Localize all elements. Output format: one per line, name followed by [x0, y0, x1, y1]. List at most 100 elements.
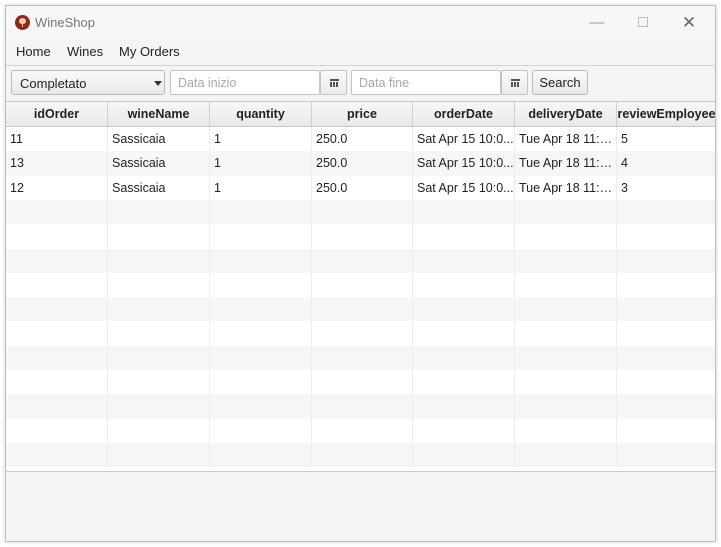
table-cell: [6, 370, 108, 395]
table-cell: [617, 346, 715, 370]
menu-home[interactable]: Home: [16, 44, 51, 59]
table-cell: [515, 297, 617, 322]
empty-table-row[interactable]: [6, 248, 715, 273]
table-cell: [515, 321, 617, 346]
empty-table-row[interactable]: [6, 394, 715, 419]
table-cell: [210, 370, 312, 395]
minimize-button[interactable]: —: [574, 6, 620, 39]
table-cell: Sat Apr 15 10:0...: [413, 127, 515, 152]
wineshop-window: WineShop — ✕ Home Wines My Orders Comple…: [5, 5, 716, 542]
empty-table-row[interactable]: [6, 297, 715, 322]
table-cell: [617, 200, 715, 224]
table-cell: 250.0: [312, 151, 413, 176]
table-cell: [108, 394, 210, 419]
column-header-idorder[interactable]: idOrder: [6, 102, 108, 127]
table-cell: Sat Apr 15 10:0...: [413, 151, 515, 176]
title-bar[interactable]: WineShop — ✕: [6, 6, 715, 39]
table-cell: [515, 370, 617, 395]
table-cell: 12: [6, 175, 108, 200]
table-cell: [413, 272, 515, 298]
table-cell: [617, 297, 715, 321]
table-cell: [617, 249, 715, 273]
table-cell: [617, 443, 715, 467]
table-cell: [210, 394, 312, 419]
table-cell: [210, 224, 312, 249]
column-header-reviewemployee[interactable]: reviewEmployee: [617, 102, 715, 127]
maximize-icon: [638, 16, 648, 27]
table-cell: [413, 224, 515, 249]
table-cell: [108, 370, 210, 395]
table-cell: [108, 272, 210, 298]
table-cell: [413, 370, 515, 395]
table-cell: [312, 272, 413, 298]
table-cell: [617, 273, 715, 297]
table-cell: [515, 272, 617, 298]
end-date-picker-button[interactable]: [501, 70, 528, 95]
table-cell: [210, 248, 312, 273]
empty-table-row[interactable]: [6, 370, 715, 395]
table-cell: 250.0: [312, 127, 413, 152]
table-cell: Tue Apr 18 11:3...: [515, 127, 617, 152]
end-date-input[interactable]: [351, 70, 501, 95]
table-cell: [515, 224, 617, 249]
table-cell: [6, 224, 108, 249]
empty-table-row[interactable]: [6, 272, 715, 298]
table-row[interactable]: 12 Sassicaia 1 250.0 Sat Apr 15 10:0... Tue A…: [6, 175, 715, 200]
table-cell: [413, 345, 515, 370]
search-button[interactable]: Search: [532, 70, 588, 95]
table-row[interactable]: 13 Sassicaia 1 250.0 Sat Apr 15 10:0... Tue A…: [6, 151, 715, 176]
table-cell: [617, 394, 715, 418]
table-cell: [6, 394, 108, 419]
table-cell: [210, 418, 312, 443]
empty-table-row[interactable]: [6, 199, 715, 225]
column-header-price[interactable]: price: [312, 102, 413, 127]
table-cell: 5: [617, 127, 715, 151]
table-cell: Sassicaia: [108, 127, 210, 152]
table-cell: [413, 394, 515, 419]
table-cell: [108, 199, 210, 225]
table-cell: [617, 370, 715, 394]
table-cell: [108, 418, 210, 443]
empty-table-row[interactable]: [6, 321, 715, 346]
empty-table-row[interactable]: [6, 418, 715, 443]
start-date-picker-button[interactable]: [320, 70, 347, 95]
empty-table-row[interactable]: [6, 345, 715, 370]
chevron-down-icon: [154, 81, 162, 86]
close-button[interactable]: ✕: [666, 6, 712, 39]
table-cell: [617, 321, 715, 345]
table-cell: [413, 297, 515, 322]
menu-wines[interactable]: Wines: [67, 44, 103, 59]
table-cell: [312, 321, 413, 346]
table-cell: [210, 345, 312, 370]
column-header-quantity[interactable]: quantity: [210, 102, 312, 127]
table-cell: [6, 297, 108, 322]
table-cell: [312, 345, 413, 370]
table-cell: [210, 321, 312, 346]
menu-my-orders[interactable]: My Orders: [119, 44, 180, 59]
table-cell: [6, 418, 108, 443]
table-cell: [108, 248, 210, 273]
start-date-input[interactable]: [170, 70, 320, 95]
table-cell: [210, 297, 312, 322]
table-cell: [515, 345, 617, 370]
empty-table-row[interactable]: [6, 442, 715, 468]
column-header-deliverydate[interactable]: deliveryDate: [515, 102, 617, 127]
table-cell: [108, 345, 210, 370]
calendar-icon: [511, 79, 520, 87]
orders-table[interactable]: idOrder wineName quantity price orderDat…: [6, 101, 715, 471]
column-header-orderdate[interactable]: orderDate: [413, 102, 515, 127]
table-cell: [413, 321, 515, 346]
maximize-button[interactable]: [620, 6, 666, 39]
status-combobox[interactable]: Completato: [11, 70, 165, 95]
table-cell: [6, 272, 108, 298]
table-cell: [6, 345, 108, 370]
column-header-winename[interactable]: wineName: [108, 102, 210, 127]
empty-table-row[interactable]: [6, 224, 715, 249]
wine-glass-icon: [15, 15, 30, 30]
table-cell: [312, 418, 413, 443]
table-cell: [413, 199, 515, 225]
table-row[interactable]: 11 Sassicaia 1 250.0 Sat Apr 15 10:0... Tue A…: [6, 127, 715, 152]
table-cell: [108, 442, 210, 468]
table-cell: [413, 248, 515, 273]
menu-bar: Home Wines My Orders: [6, 39, 715, 66]
